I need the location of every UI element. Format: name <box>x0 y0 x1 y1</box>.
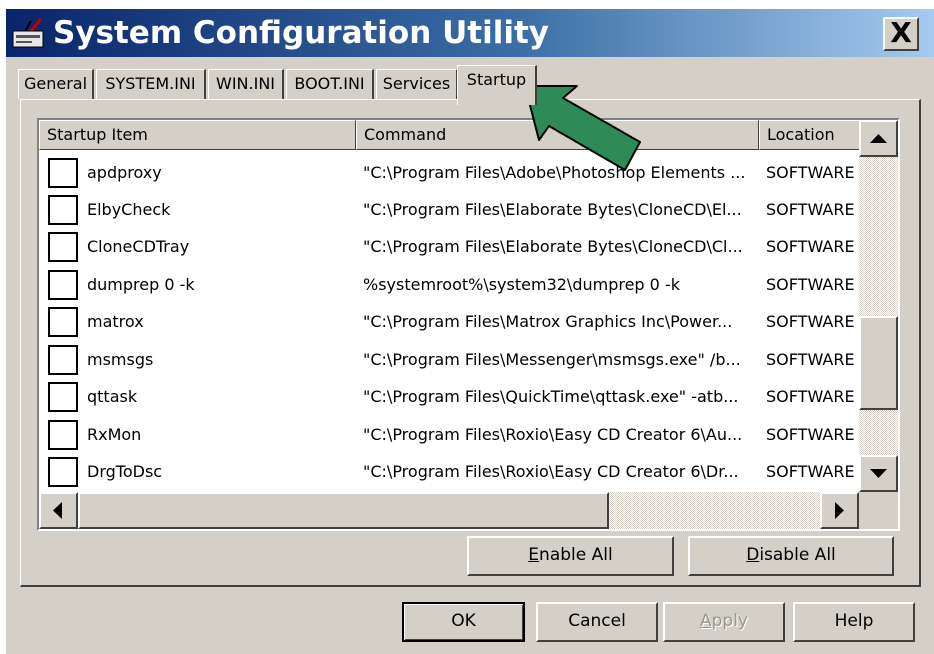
arrow-right-icon <box>835 502 844 519</box>
tab-win-ini[interactable]: WIN.INI <box>208 69 284 99</box>
help-button[interactable]: Help <box>793 602 915 642</box>
disable-all-button[interactable]: Disable All <box>688 536 894 576</box>
title-bar[interactable]: System Configuration Utility X <box>6 9 934 57</box>
startup-item-location: SOFTWARE <box>766 462 855 481</box>
apply-button[interactable]: Apply <box>663 602 785 642</box>
startup-item-name: matrox <box>87 312 144 331</box>
scrollbar-corner <box>859 492 898 529</box>
list-item[interactable]: CloneCDTray "C:\Program Files\Elaborate … <box>39 229 869 266</box>
list-item[interactable]: dumprep 0 -k %systemroot%\system32\dumpr… <box>39 267 869 304</box>
tab-boot-ini[interactable]: BOOT.INI <box>286 69 374 99</box>
list-item[interactable]: DrgToDsc "C:\Program Files\Roxio\Easy CD… <box>39 454 869 491</box>
startup-item-name: qttask <box>87 387 138 406</box>
tab-general[interactable]: General <box>18 69 94 99</box>
column-header-location[interactable]: Location <box>759 120 869 150</box>
list-item[interactable]: apdproxy "C:\Program Files\Adobe\Photosh… <box>39 155 869 192</box>
scroll-up-button[interactable] <box>859 120 898 157</box>
startup-item-location: SOFTWARE <box>766 350 855 369</box>
scroll-left-button[interactable] <box>39 492 78 529</box>
startup-item-location: SOFTWARE <box>766 200 855 219</box>
vertical-scroll-thumb[interactable] <box>859 316 898 410</box>
arrow-left-icon <box>53 502 62 519</box>
startup-item-checkbox[interactable] <box>48 158 78 188</box>
startup-item-checkbox[interactable] <box>48 382 78 412</box>
scroll-right-button[interactable] <box>820 492 859 529</box>
startup-item-name: msmsgs <box>87 350 154 369</box>
column-header-startup-item[interactable]: Startup Item <box>39 120 356 150</box>
list-item[interactable]: matrox "C:\Program Files\Matrox Graphics… <box>39 304 869 341</box>
startup-item-name: DrgToDsc <box>87 462 163 481</box>
enable-all-label: nable All <box>539 545 613 565</box>
startup-item-location: SOFTWARE <box>766 425 855 444</box>
startup-item-checkbox[interactable] <box>48 457 78 487</box>
enable-all-mnemonic: E <box>528 545 540 565</box>
list-item[interactable]: msmsgs "C:\Program Files\Messenger\msmsg… <box>39 342 869 379</box>
tab-system-ini[interactable]: SYSTEM.INI <box>96 69 206 99</box>
ok-label: OK <box>451 611 476 631</box>
arrow-up-icon <box>870 134 887 143</box>
apply-mnemonic: A <box>699 611 712 631</box>
list-item[interactable]: ElbyCheck "C:\Program Files\Elaborate By… <box>39 192 869 229</box>
tab-startup[interactable]: Startup <box>457 65 537 105</box>
enable-all-button[interactable]: Enable All <box>467 536 674 576</box>
msconfig-app-icon <box>12 18 44 48</box>
startup-item-command: "C:\Program Files\Roxio\Easy CD Creator … <box>363 462 739 481</box>
startup-item-checkbox[interactable] <box>48 195 78 225</box>
window-title: System Configuration Utility <box>53 15 549 51</box>
startup-item-location: SOFTWARE <box>766 163 855 182</box>
disable-all-label: isable All <box>759 545 836 565</box>
startup-item-checkbox[interactable] <box>48 420 78 450</box>
arrow-down-icon <box>870 469 887 478</box>
startup-item-checkbox[interactable] <box>48 232 78 262</box>
close-button[interactable]: X <box>883 17 919 51</box>
startup-item-name: apdproxy <box>87 163 162 182</box>
cancel-button[interactable]: Cancel <box>536 602 658 642</box>
startup-item-name: RxMon <box>87 425 142 444</box>
startup-item-checkbox[interactable] <box>48 345 78 375</box>
startup-item-checkbox[interactable] <box>48 270 78 300</box>
startup-item-command: "C:\Program Files\Elaborate Bytes\CloneC… <box>363 237 743 256</box>
startup-item-command: "C:\Program Files\QuickTime\qttask.exe" … <box>363 387 739 406</box>
scroll-down-button[interactable] <box>859 455 898 492</box>
startup-item-name: CloneCDTray <box>87 237 190 256</box>
apply-label: pply <box>711 611 748 631</box>
disable-all-mnemonic: D <box>746 545 760 565</box>
horizontal-scrollbar[interactable] <box>39 492 859 529</box>
startup-item-location: SOFTWARE <box>766 275 855 294</box>
help-label: Help <box>834 611 874 631</box>
ok-button[interactable]: OK <box>402 602 525 642</box>
system-configuration-window: System Configuration Utility X General S… <box>5 8 934 654</box>
list-item[interactable]: qttask "C:\Program Files\QuickTime\qttas… <box>39 379 869 416</box>
startup-item-command: "C:\Program Files\Messenger\msmsgs.exe" … <box>363 350 741 369</box>
startup-items-list[interactable]: Startup Item Command Location apdproxy "… <box>37 118 900 531</box>
list-item[interactable]: RxMon "C:\Program Files\Roxio\Easy CD Cr… <box>39 417 869 454</box>
vertical-scrollbar[interactable] <box>859 120 898 492</box>
startup-item-name: ElbyCheck <box>87 200 171 219</box>
startup-item-location: SOFTWARE <box>766 387 855 406</box>
startup-item-location: SOFTWARE <box>766 312 855 331</box>
startup-item-command: "C:\Program Files\Matrox Graphics Inc\Po… <box>363 312 733 331</box>
startup-item-command: "C:\Program Files\Roxio\Easy CD Creator … <box>363 425 743 444</box>
startup-item-name: dumprep 0 -k <box>87 275 195 294</box>
startup-item-location: SOFTWARE <box>766 237 855 256</box>
cancel-label: Cancel <box>568 611 626 631</box>
horizontal-scroll-thumb[interactable] <box>78 492 609 529</box>
tab-services[interactable]: Services <box>376 69 458 99</box>
startup-item-command: "C:\Program Files\Elaborate Bytes\CloneC… <box>363 200 742 219</box>
startup-item-command: %systemroot%\system32\dumprep 0 -k <box>363 275 680 294</box>
startup-item-checkbox[interactable] <box>48 307 78 337</box>
